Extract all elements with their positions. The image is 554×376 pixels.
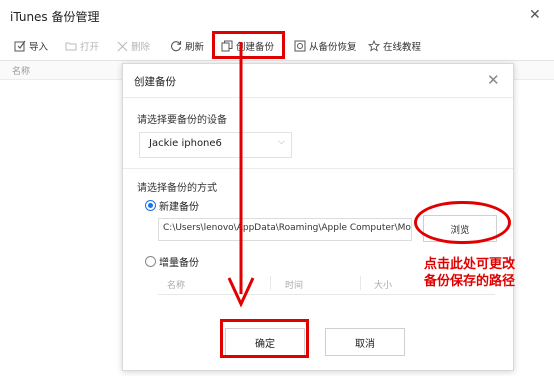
close-icon[interactable]: ✕: [487, 71, 500, 89]
backup-path-field[interactable]: C:\Users\lenovo\AppData\Roaming\Apple Co…: [158, 218, 412, 241]
column-separator: [360, 276, 361, 290]
highlight-browse: [414, 201, 511, 244]
delete-label: 删除: [131, 42, 151, 53]
device-label: 请选择要备份的设备: [137, 115, 227, 126]
refresh-icon: [171, 41, 182, 52]
open-label: 打开: [80, 42, 100, 53]
incremental-backup-label[interactable]: 增量备份: [159, 254, 199, 269]
delete-icon: [117, 41, 128, 51]
column-size: 大小: [374, 281, 393, 291]
restore-label: 从备份恢复: [309, 42, 357, 53]
restore-icon: [294, 40, 306, 52]
divider: [123, 97, 513, 98]
arrow-down-icon: [227, 42, 255, 308]
open-button[interactable]: 打开: [65, 38, 99, 54]
new-backup-label[interactable]: 新建备份: [159, 198, 199, 213]
column-separator: [270, 276, 271, 290]
device-select[interactable]: Jackie iphone6 ⌵: [139, 132, 292, 158]
method-label: 请选择备份的方式: [137, 183, 217, 194]
radio-incremental-backup[interactable]: [145, 256, 156, 267]
annotation-line: 点击此处可更改: [424, 257, 516, 272]
device-value: Jackie iphone6: [149, 138, 222, 149]
highlight-ok: [220, 319, 309, 358]
column-name: 名称: [12, 67, 31, 77]
tutorial-label: 在线教程: [383, 42, 422, 53]
star-icon: [368, 40, 380, 52]
annotation-line: 备份保存的路径: [424, 274, 516, 289]
tutorial-button[interactable]: 在线教程: [368, 38, 421, 54]
divider: [123, 168, 513, 169]
delete-button[interactable]: 删除: [117, 38, 150, 54]
backup-path-value: C:\Users\lenovo\AppData\Roaming\Apple Co…: [163, 223, 411, 233]
column-name: 名称: [167, 281, 186, 291]
import-label: 导入: [29, 42, 49, 53]
chevron-down-icon: ⌵: [278, 137, 285, 147]
cancel-button[interactable]: 取消: [325, 328, 405, 356]
annotation-text: 点击此处可更改 备份保存的路径: [424, 256, 515, 290]
radio-new-backup[interactable]: [145, 200, 156, 211]
import-icon: [14, 40, 26, 52]
import-button[interactable]: 导入: [14, 38, 48, 54]
refresh-button[interactable]: 刷新: [170, 38, 204, 54]
title-bar: iTunes 备份管理 ✕: [0, 0, 554, 32]
dialog-title: 创建备份: [134, 76, 176, 88]
restore-button[interactable]: 从备份恢复: [294, 38, 357, 54]
close-icon[interactable]: ✕: [529, 7, 541, 23]
app-title: iTunes 备份管理: [10, 10, 100, 24]
refresh-label: 刷新: [185, 42, 205, 53]
open-folder-icon: [65, 42, 77, 51]
column-time: 时间: [285, 281, 304, 291]
